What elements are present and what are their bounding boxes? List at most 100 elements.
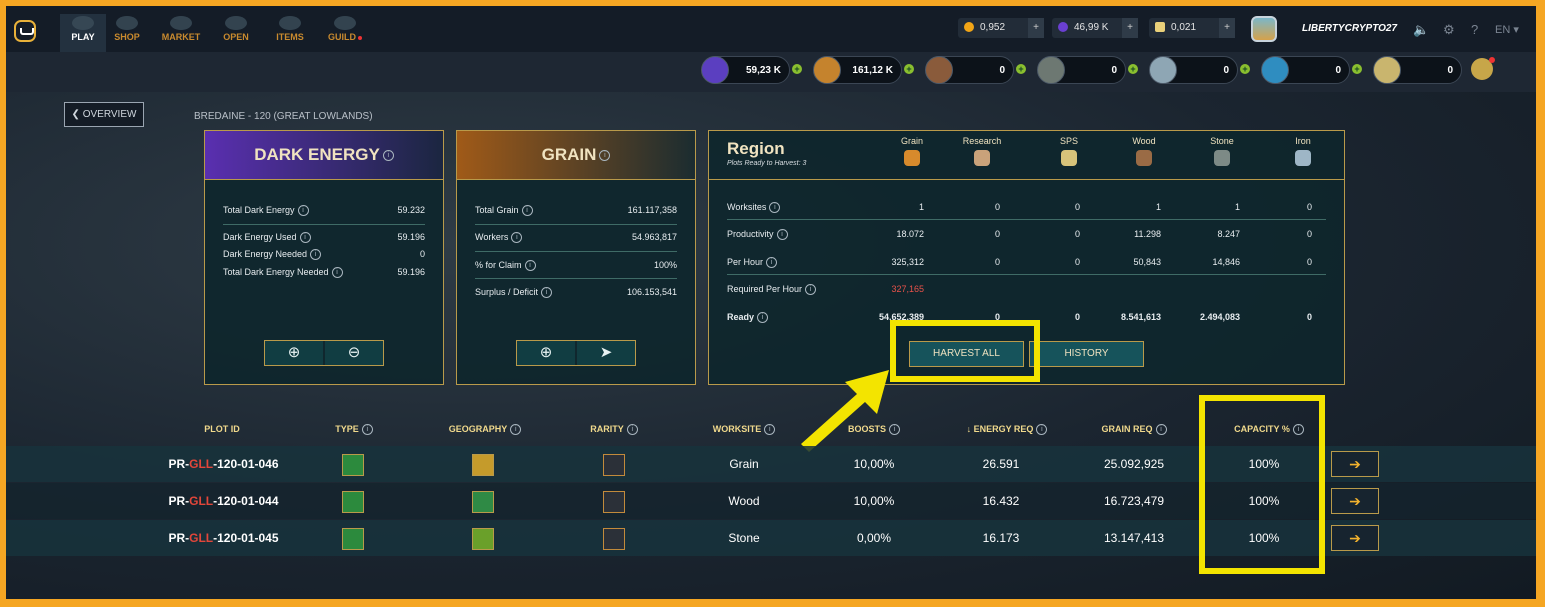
add-research-button[interactable]: + — [1352, 64, 1362, 74]
info-icon[interactable]: i — [541, 287, 553, 299]
info-icon[interactable]: i — [511, 232, 523, 244]
cell: 8.541,613 — [1120, 312, 1161, 322]
column-label: SPS — [1059, 136, 1078, 146]
sort-down-icon: ↓ — [966, 424, 972, 434]
iron-icon — [1149, 56, 1177, 84]
info-icon[interactable]: i — [764, 424, 776, 436]
add-dark-energy-plot-button[interactable]: ⊕ — [265, 341, 323, 365]
row-label: Productivity — [727, 229, 774, 239]
info-icon[interactable]: i — [382, 150, 394, 162]
gear-icon[interactable]: ⚙ — [1443, 22, 1455, 38]
add-vouchers-button[interactable]: + — [1219, 18, 1235, 38]
column-iron: Iron — [1273, 136, 1333, 166]
add-grain-plot-button[interactable]: ⊕ — [517, 341, 575, 365]
sound-icon[interactable]: 🔈 — [1413, 22, 1429, 38]
boosts: 0,00% — [856, 531, 892, 545]
username[interactable]: LIBERTYCRYPTO27 — [1302, 23, 1397, 34]
add-grain-button[interactable]: + — [904, 64, 914, 74]
info-icon[interactable]: i — [1155, 424, 1167, 436]
notification-icon[interactable] — [1471, 57, 1495, 80]
info-icon[interactable]: i — [769, 202, 781, 214]
stat-label: Dark Energy Needed — [223, 249, 308, 259]
credits-balance: 0,952 + — [958, 18, 1044, 38]
help-icon[interactable]: ? — [1471, 22, 1478, 37]
nav-guild[interactable]: GUILD — [322, 14, 368, 52]
wood-icon — [1136, 150, 1152, 166]
stat-value: 106.153,541 — [626, 287, 677, 297]
info-icon[interactable]: i — [524, 260, 536, 272]
dec-icon — [1058, 22, 1068, 33]
info-icon[interactable]: i — [776, 229, 788, 241]
add-stone-button[interactable]: + — [1128, 64, 1138, 74]
history-button[interactable]: HISTORY — [1029, 341, 1144, 367]
avatar[interactable] — [1251, 16, 1277, 42]
info-icon[interactable]: i — [299, 232, 311, 244]
plot-id[interactable]: PR-GLL-120-01-046 — [146, 446, 301, 482]
plot-id[interactable]: PR-GLL-120-01-044 — [146, 483, 301, 519]
remove-dark-energy-button[interactable]: ⊖ — [325, 341, 383, 365]
info-icon[interactable]: i — [766, 257, 778, 269]
add-dec-button[interactable]: + — [1122, 18, 1138, 38]
rarity-icon — [603, 454, 625, 476]
add-wood-button[interactable]: + — [1016, 64, 1026, 74]
row-label: Ready — [727, 312, 755, 322]
boosts: 10,00% — [853, 494, 895, 508]
header-geography[interactable]: GEOGRAPHY i — [440, 424, 530, 436]
nav-shop[interactable]: SHOP — [104, 14, 150, 52]
resource-stone: 0 — [1037, 56, 1126, 84]
info-icon[interactable]: i — [510, 424, 522, 436]
annotation-arrow-icon — [801, 370, 889, 452]
dark-energy-actions: ⊕ ⊖ — [264, 340, 384, 366]
splinterlands-logo-icon[interactable] — [14, 20, 36, 42]
grain-icon — [904, 150, 920, 166]
nav-label: PLAY — [71, 32, 95, 42]
grain-panel: GRAIN i Total Grain i 161.117,358 Workers i 5… — [456, 130, 696, 385]
nav-items[interactable]: ITEMS — [267, 14, 313, 52]
cell: 0 — [1306, 202, 1312, 212]
open-plot-button[interactable]: ➔ — [1331, 488, 1379, 514]
info-icon[interactable]: i — [1036, 424, 1048, 436]
add-iron-button[interactable]: + — [1240, 64, 1250, 74]
header-type[interactable]: TYPE i — [324, 424, 384, 436]
add-credits-button[interactable]: + — [1028, 18, 1044, 38]
info-icon[interactable]: i — [331, 267, 343, 279]
info-icon[interactable]: i — [521, 205, 533, 217]
info-icon[interactable]: i — [297, 205, 309, 217]
region-header: Region Plots Ready to Harvest: 3 Grain R… — [709, 131, 1345, 180]
nav-play[interactable]: PLAY — [60, 14, 106, 52]
header-worksite[interactable]: WORKSITE i — [704, 424, 784, 436]
info-icon[interactable]: i — [361, 424, 373, 436]
info-icon[interactable]: i — [599, 150, 611, 162]
header-energy-req[interactable]: ↓ ENERGY REQ i — [957, 424, 1057, 436]
plot-suffix: -120-01-045 — [213, 531, 279, 545]
nav-market[interactable]: MARKET — [158, 14, 204, 52]
stat-row: Total Dark Energy i 59.232 — [223, 205, 425, 217]
send-grain-button[interactable]: ➤ — [577, 341, 635, 365]
info-icon[interactable]: i — [310, 249, 322, 261]
cell: 0 — [994, 257, 1000, 267]
info-icon[interactable]: i — [805, 284, 817, 296]
info-icon[interactable]: i — [889, 424, 900, 436]
column-label: Wood — [1132, 136, 1156, 146]
open-plot-button[interactable]: ➔ — [1331, 525, 1379, 551]
open-plot-button[interactable]: ➔ — [1331, 451, 1379, 477]
header-plot-id[interactable]: PLOT ID — [192, 424, 252, 434]
info-icon[interactable]: i — [757, 312, 769, 324]
nav-open[interactable]: OPEN — [213, 14, 259, 52]
header-grain-req[interactable]: GRAIN REQ i — [1094, 424, 1174, 436]
header-boosts[interactable]: BOOSTS i — [839, 424, 909, 436]
stat-row: Total Dark Energy Needed i 59.196 — [223, 267, 425, 279]
plot-id[interactable]: PR-GLL-120-01-045 — [146, 520, 301, 556]
header-label: WORKSITE — [712, 424, 762, 434]
header-rarity[interactable]: RARITY i — [584, 424, 644, 436]
grain-req: 25.092,925 — [1103, 457, 1165, 471]
column-label: Grain — [900, 136, 923, 146]
overview-button[interactable]: ❮ OVERVIEW — [64, 102, 144, 127]
iron-icon — [1295, 150, 1311, 166]
language-selector[interactable]: EN ▾ — [1495, 23, 1519, 36]
stat-row: Surplus / Deficit i 106.153,541 — [475, 287, 677, 299]
info-icon[interactable]: i — [626, 424, 638, 436]
divider — [727, 274, 1326, 275]
region-title: Region — [727, 139, 785, 158]
add-dark-energy-button[interactable]: + — [792, 64, 802, 74]
